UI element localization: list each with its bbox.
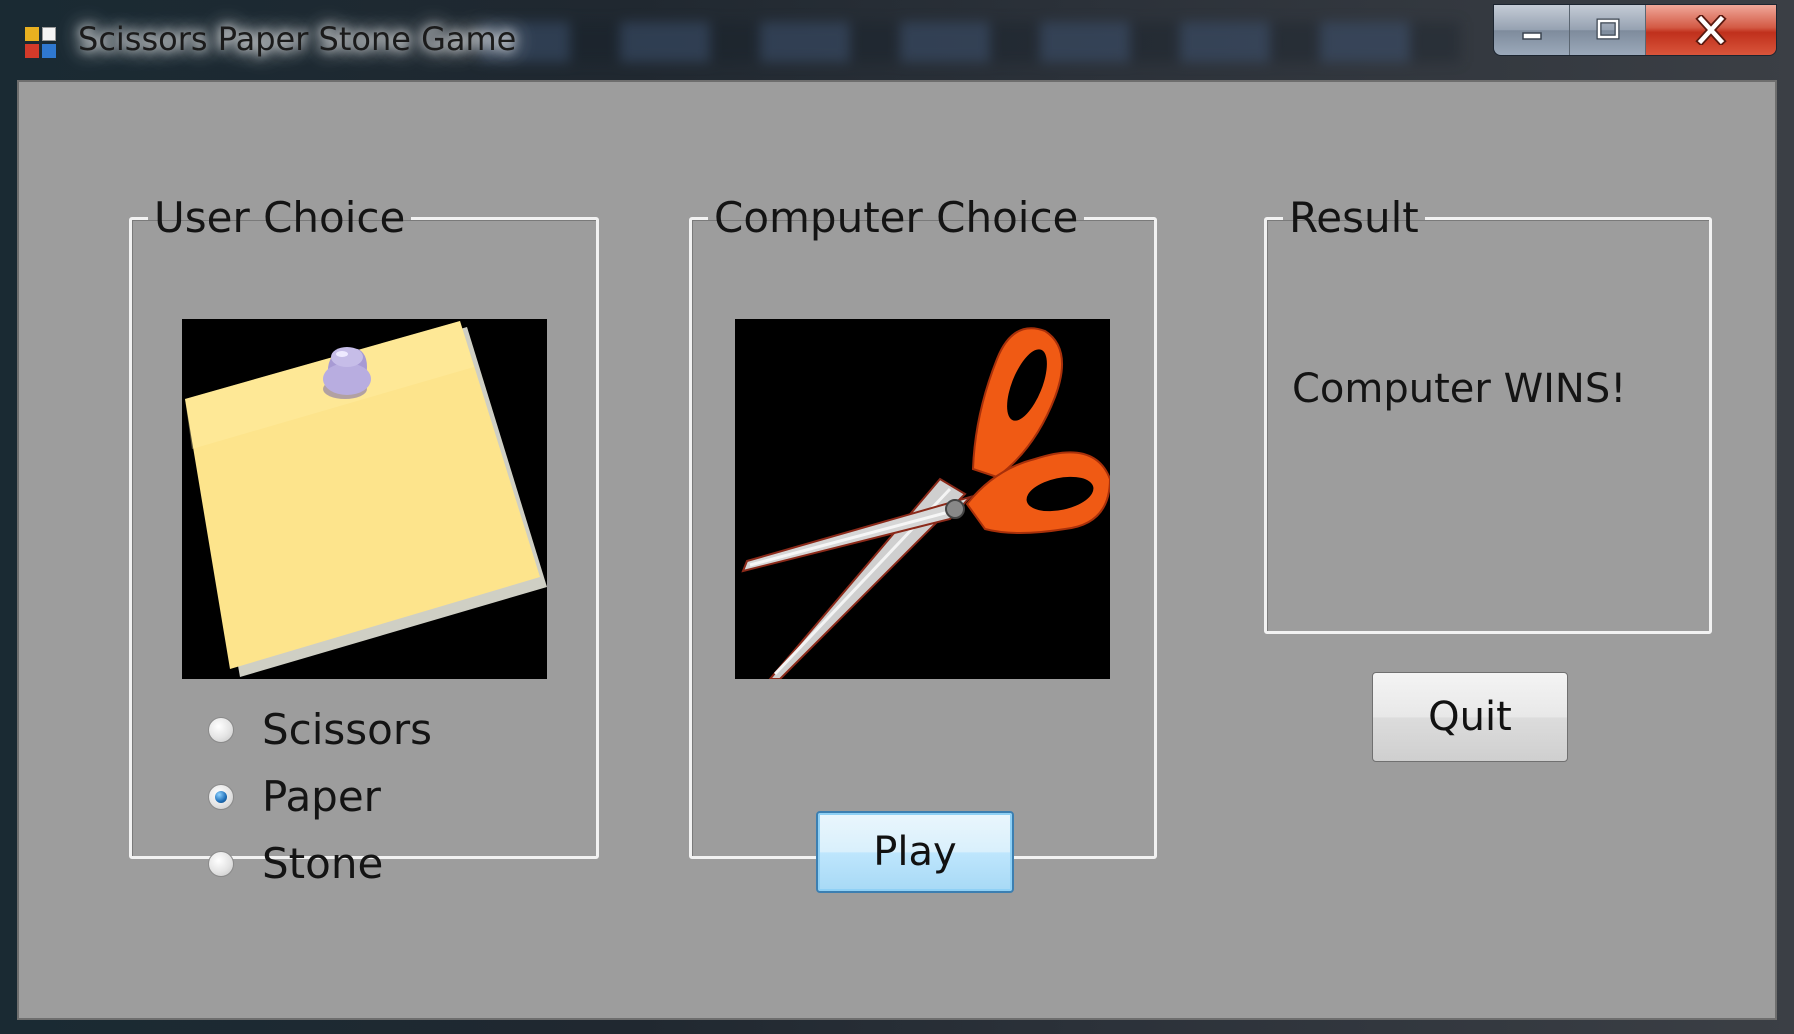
result-group: Result Computer WINS! xyxy=(1264,194,1712,634)
form-client-area: User Choice Scissors Paper Stone Compute… xyxy=(17,80,1777,1020)
app-window: Scissors Paper Stone Game User Choice Sc… xyxy=(0,0,1794,1034)
radio-paper-label[interactable]: Paper xyxy=(262,772,381,821)
computer-choice-image xyxy=(735,319,1110,679)
caption-buttons xyxy=(1493,4,1777,56)
close-button[interactable] xyxy=(1646,5,1776,55)
app-icon-tile xyxy=(42,27,56,41)
radio-scissors[interactable]: Scissors xyxy=(208,705,432,754)
computer-choice-legend: Computer Choice xyxy=(714,193,1079,242)
radio-stone-label[interactable]: Stone xyxy=(262,839,383,888)
radio-stone[interactable]: Stone xyxy=(208,839,383,888)
user-choice-group: User Choice Scissors Paper Stone xyxy=(129,193,599,888)
minimize-icon xyxy=(1521,32,1542,40)
computer-choice-group: Computer Choice Play xyxy=(689,193,1157,893)
maximize-icon xyxy=(1596,18,1619,40)
radio-button-selected-icon[interactable] xyxy=(208,783,234,810)
scissors-icon xyxy=(741,327,1110,679)
close-icon xyxy=(1695,15,1727,45)
radio-paper[interactable]: Paper xyxy=(208,772,381,821)
radio-scissors-label[interactable]: Scissors xyxy=(262,705,432,754)
pushpin-icon xyxy=(323,347,371,399)
quit-button[interactable]: Quit xyxy=(1372,672,1568,762)
user-choice-image xyxy=(182,319,547,679)
play-button[interactable]: Play xyxy=(816,811,1014,893)
app-icon[interactable] xyxy=(25,27,59,61)
maximize-button[interactable] xyxy=(1570,5,1646,55)
taskbar-blur-background xyxy=(480,22,1460,62)
result-legend: Result xyxy=(1289,193,1419,242)
app-icon-tile xyxy=(25,27,39,41)
radio-button-icon[interactable] xyxy=(208,850,234,877)
app-icon-tile xyxy=(25,44,39,58)
result-message: Computer WINS! xyxy=(1292,366,1627,412)
minimize-button[interactable] xyxy=(1494,5,1570,55)
radio-button-icon[interactable] xyxy=(208,716,234,743)
radio-dot xyxy=(215,790,227,803)
user-choice-legend: User Choice xyxy=(154,193,406,242)
window-title: Scissors Paper Stone Game xyxy=(78,20,517,58)
sticky-note-icon xyxy=(185,321,547,677)
title-bar[interactable]: Scissors Paper Stone Game xyxy=(0,0,1794,80)
app-icon-tile xyxy=(42,44,56,58)
